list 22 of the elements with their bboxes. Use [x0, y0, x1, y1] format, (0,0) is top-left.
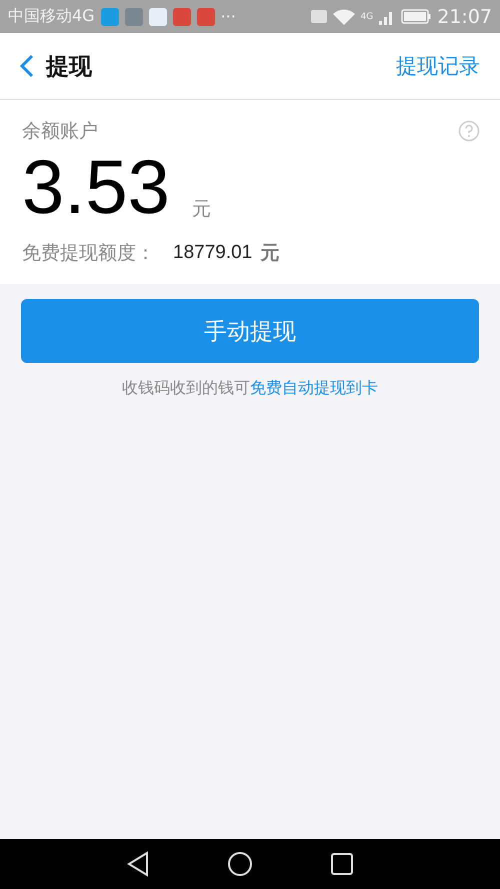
free-quota-value: 18779.01	[173, 242, 252, 264]
carrier-text: 中国移动4G	[8, 6, 95, 27]
page-title: 提现	[46, 52, 92, 82]
wifi-icon	[332, 8, 355, 24]
balance-label: 余额账户	[22, 119, 98, 144]
more-notifications-text: ···	[220, 7, 236, 26]
manual-withdraw-button[interactable]: 手动提现	[21, 299, 479, 363]
back-nav-icon[interactable]	[127, 851, 149, 877]
back-button[interactable]	[20, 54, 34, 78]
back-icon	[20, 54, 34, 78]
auto-withdraw-link[interactable]: 免费自动提现到卡	[250, 378, 378, 397]
network-type-text: 4G	[360, 12, 374, 22]
clock-text: 21:07	[437, 6, 492, 28]
withdraw-history-link[interactable]: 提现记录	[396, 52, 480, 80]
recents-nav-icon[interactable]	[331, 853, 353, 875]
battery-icon	[401, 9, 432, 24]
currency-unit: 元	[192, 197, 211, 222]
home-nav-icon[interactable]	[227, 851, 253, 877]
currency-unit: 元	[260, 241, 280, 266]
free-quota-label: 免费提现额度：	[22, 241, 155, 266]
balance-amount: 3.53	[22, 150, 170, 226]
auto-withdraw-note: 收钱码收到的钱可免费自动提现到卡	[121, 378, 379, 399]
